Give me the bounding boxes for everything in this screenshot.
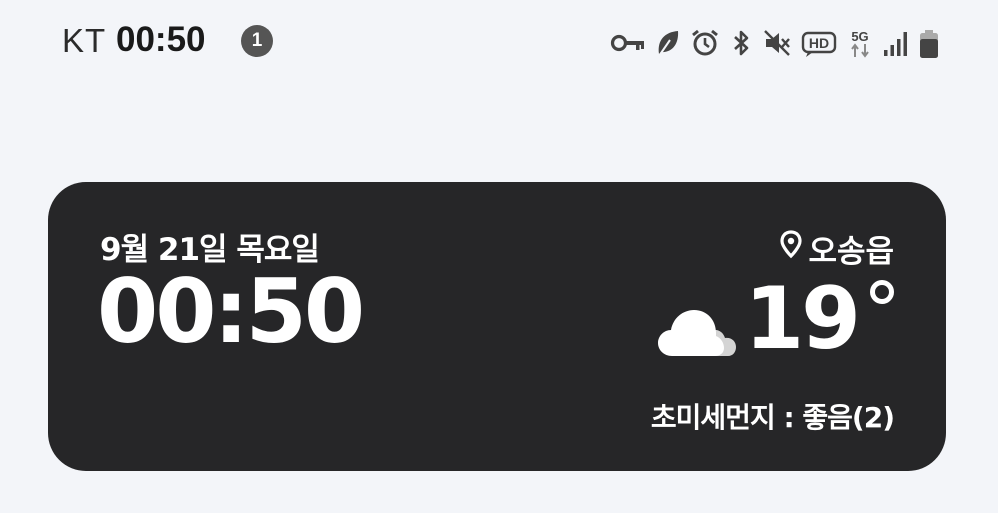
vpn-key-icon [610,28,646,58]
location-label: 오송읍 [808,234,894,270]
5g-icon: 5G [846,28,874,58]
status-time: 00:50 [116,20,206,59]
location-pin-icon [780,229,803,268]
fine-dust-status: 초미세먼지 : 좋음(2) [650,401,895,434]
carrier-label: KT [62,22,107,59]
battery-icon [918,28,940,58]
status-icons: HD 5G [610,26,940,60]
eco-leaf-icon [655,28,681,58]
svg-text:5G: 5G [851,29,868,44]
degree-symbol [870,280,894,304]
mute-icon [762,28,792,58]
temperature-value: 19 [744,269,861,369]
cloudy-icon [658,306,737,362]
svg-text:HD: HD [809,35,829,51]
status-bar: KT 00:50 1 HD 5G [0,0,998,80]
weather[interactable]: 19 [658,276,894,362]
alarm-icon [690,28,720,58]
location[interactable]: 오송읍 [780,226,894,271]
signal-icon [883,28,909,58]
bluetooth-icon [729,28,753,58]
hd-voice-icon: HD [801,28,837,58]
notification-count-badge[interactable]: 1 [241,25,273,57]
clock-time[interactable]: 00:50 [97,268,365,356]
clock-weather-widget[interactable]: 9월 21일 목요일 00:50 오송읍 19 초미세먼지 : 좋음(2) [48,182,946,471]
